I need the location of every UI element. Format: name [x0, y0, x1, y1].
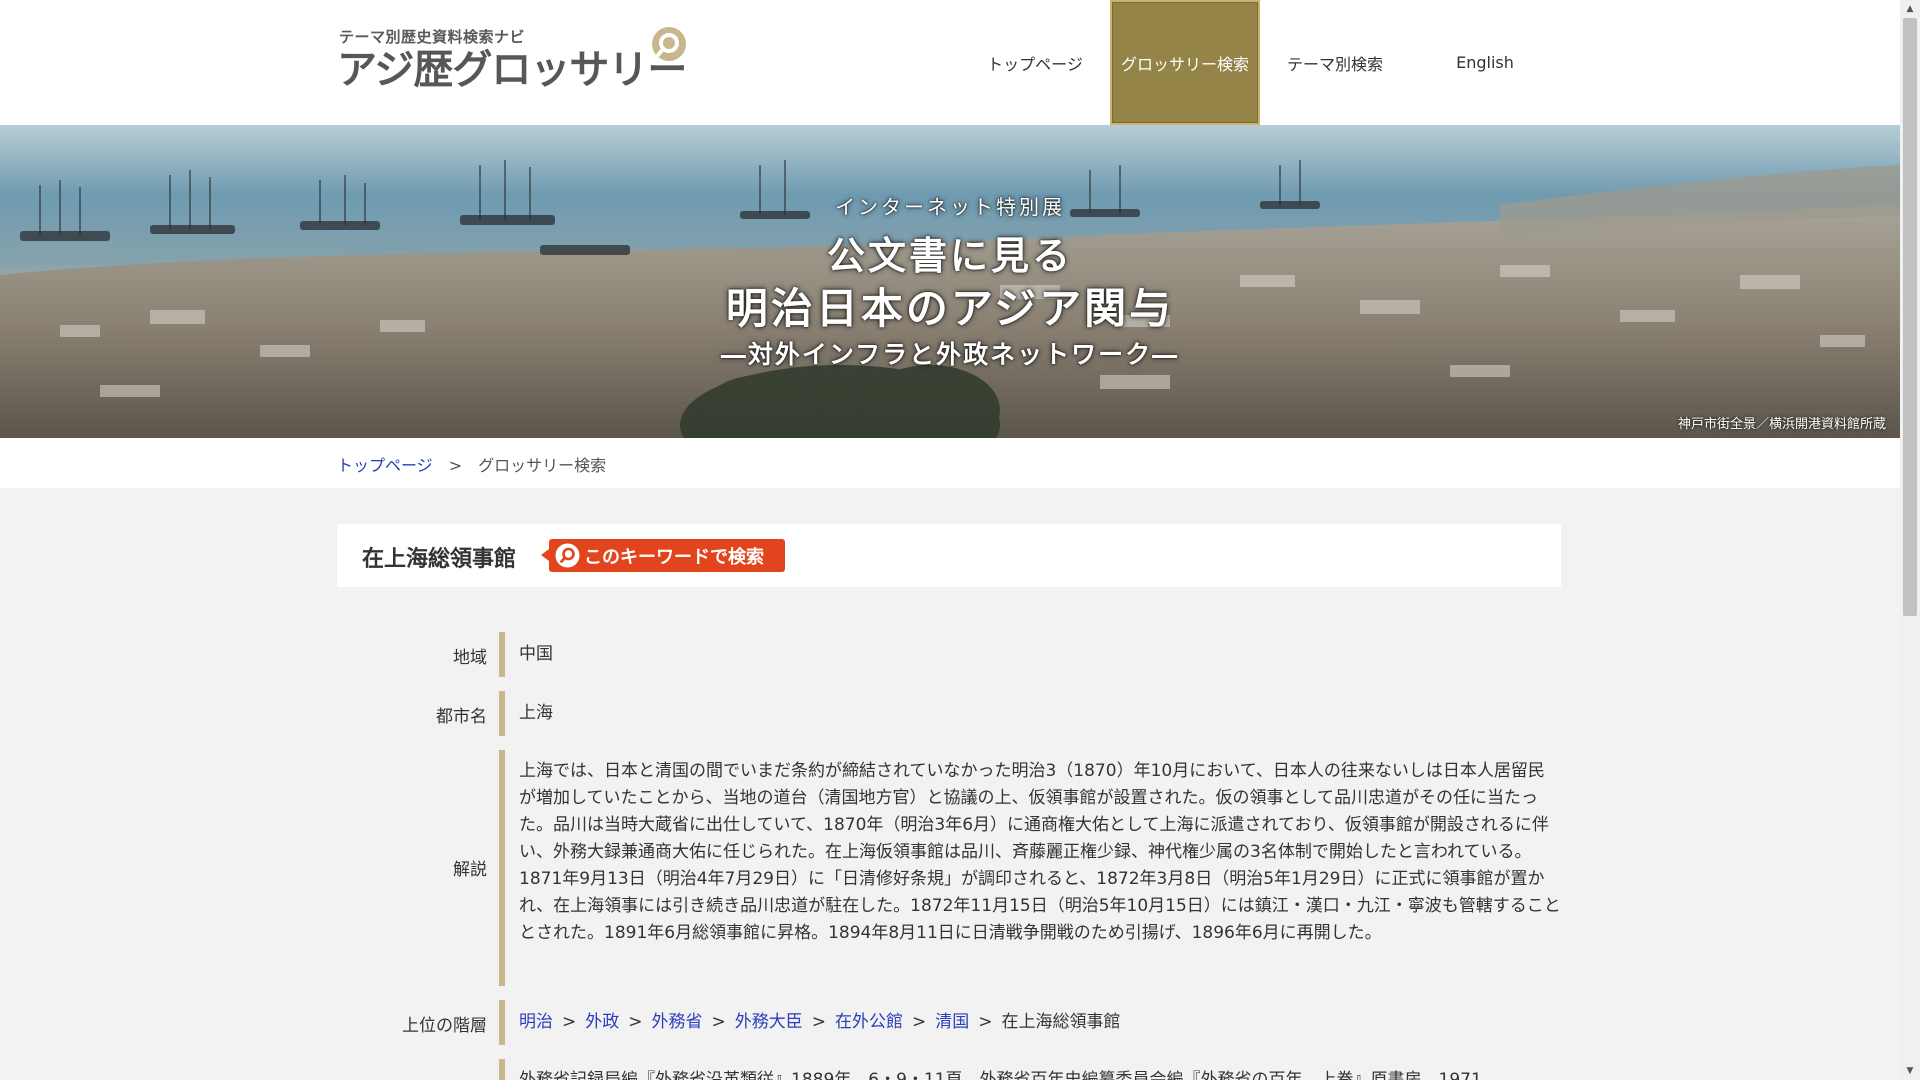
row-references: 外務省記録局編『外務省沿革類従』1889年、6・9・11頁。外務省百年史編纂委員…	[337, 1059, 1561, 1080]
hierarchy-link-meiji[interactable]: 明治	[519, 1012, 553, 1032]
breadcrumb-home-link[interactable]: トップページ	[337, 456, 433, 475]
breadcrumb: トップページ > グロッサリー検索	[337, 452, 606, 476]
scroll-thumb[interactable]	[1903, 18, 1917, 616]
hierarchy-separator: >	[562, 1012, 577, 1032]
row-city: 都市名 上海	[337, 691, 1561, 736]
row-divider-bar	[499, 1000, 505, 1045]
hierarchy-link-foreign-policy[interactable]: 外政	[585, 1012, 619, 1032]
search-magnifier-icon	[555, 543, 580, 568]
nav-english[interactable]: English	[1410, 0, 1560, 125]
hierarchy-link-overseas-missions[interactable]: 在外公館	[835, 1012, 903, 1032]
hierarchy-separator: >	[711, 1012, 726, 1032]
row-divider-bar	[499, 1059, 505, 1080]
hierarchy-separator: >	[912, 1012, 927, 1032]
banner-label: インターネット特別展	[835, 195, 1065, 219]
banner-title-line2: 明治日本のアジア関与	[725, 284, 1175, 333]
hierarchy-separator: >	[628, 1012, 643, 1032]
hierarchy-link-qing[interactable]: 清国	[935, 1012, 969, 1032]
banner-text: インターネット特別展 公文書に見る 明治日本のアジア関与 ―対外インフラと外政ネ…	[0, 125, 1900, 438]
breadcrumb-separator: >	[448, 456, 463, 475]
scroll-up-arrow-icon[interactable]: ▲	[1900, 0, 1920, 18]
scroll-down-arrow-icon[interactable]: ▼	[1900, 1062, 1920, 1080]
row-divider-bar	[499, 750, 505, 986]
description-label: 解説	[453, 860, 487, 880]
breadcrumb-current: グロッサリー検索	[478, 456, 607, 475]
references-value: 外務省記録局編『外務省沿革類従』1889年、6・9・11頁。外務省百年史編纂委員…	[519, 1070, 1482, 1080]
entry-title-card: 在上海総領事館 このキーワードで検索	[337, 524, 1561, 587]
keyword-search-button[interactable]: このキーワードで検索	[541, 539, 785, 572]
nav-glossary-search[interactable]: グロッサリー検索	[1110, 0, 1260, 125]
hierarchy-separator: >	[978, 1012, 993, 1032]
nav-theme-search[interactable]: テーマ別検索	[1260, 0, 1410, 125]
logo-title: アジ歴グロッサリー	[337, 47, 687, 93]
site-header: テーマ別歴史資料検索ナビ アジ歴グロッサリー トップページ グロッサリー検索 テ…	[0, 0, 1900, 125]
hierarchy-path: 明治 > 外政 > 外務省 > 外務大臣 > 在外公館 > 清国 > 在上海総領事館	[519, 1009, 1561, 1036]
exhibition-banner[interactable]: インターネット特別展 公文書に見る 明治日本のアジア関与 ―対外インフラと外政ネ…	[0, 125, 1900, 438]
row-description: 解説 上海では、日本と清国の間でいまだ条約が締結されていなかった明治3（1870…	[337, 750, 1561, 986]
logo-subtitle: テーマ別歴史資料検索ナビ	[339, 28, 526, 46]
logo-magnifier-icon	[652, 27, 686, 61]
description-value: 上海では、日本と清国の間でいまだ条約が締結されていなかった明治3（1870）年1…	[519, 761, 1561, 943]
row-region: 地域 中国	[337, 632, 1561, 677]
banner-title-line1: 公文書に見る	[826, 233, 1073, 278]
hierarchy-separator: >	[811, 1012, 826, 1032]
city-label: 都市名	[436, 707, 487, 727]
region-label: 地域	[453, 648, 487, 668]
page-scrollbar[interactable]: ▲ ▼	[1900, 0, 1920, 1080]
entry-title: 在上海総領事館	[362, 547, 517, 572]
banner-credit: 神戸市街全景／横浜開港資料館所蔵	[1677, 417, 1886, 432]
nav-top-page[interactable]: トップページ	[960, 0, 1110, 125]
hierarchy-link-foreign-minister[interactable]: 外務大臣	[735, 1012, 803, 1032]
hierarchy-current: 在上海総領事館	[1001, 1012, 1121, 1032]
breadcrumb-bar: トップページ > グロッサリー検索	[0, 438, 1900, 488]
row-hierarchy: 上位の階層 明治 > 外政 > 外務省 > 外務大臣 > 在外公館 > 清国 > 在上海総領事館	[337, 1000, 1561, 1045]
main-nav: トップページ グロッサリー検索 テーマ別検索 English	[960, 0, 1560, 125]
banner-subtitle: ―対外インフラと外政ネットワーク―	[720, 340, 1180, 369]
row-divider-bar	[499, 691, 505, 736]
region-value: 中国	[519, 644, 553, 664]
site-logo[interactable]: テーマ別歴史資料検索ナビ アジ歴グロッサリー	[337, 24, 692, 94]
city-value: 上海	[519, 703, 553, 723]
keyword-search-label: このキーワードで検索	[584, 546, 764, 568]
hierarchy-label: 上位の階層	[402, 1016, 487, 1036]
hierarchy-link-foreign-ministry[interactable]: 外務省	[652, 1012, 703, 1032]
row-divider-bar	[499, 632, 505, 677]
